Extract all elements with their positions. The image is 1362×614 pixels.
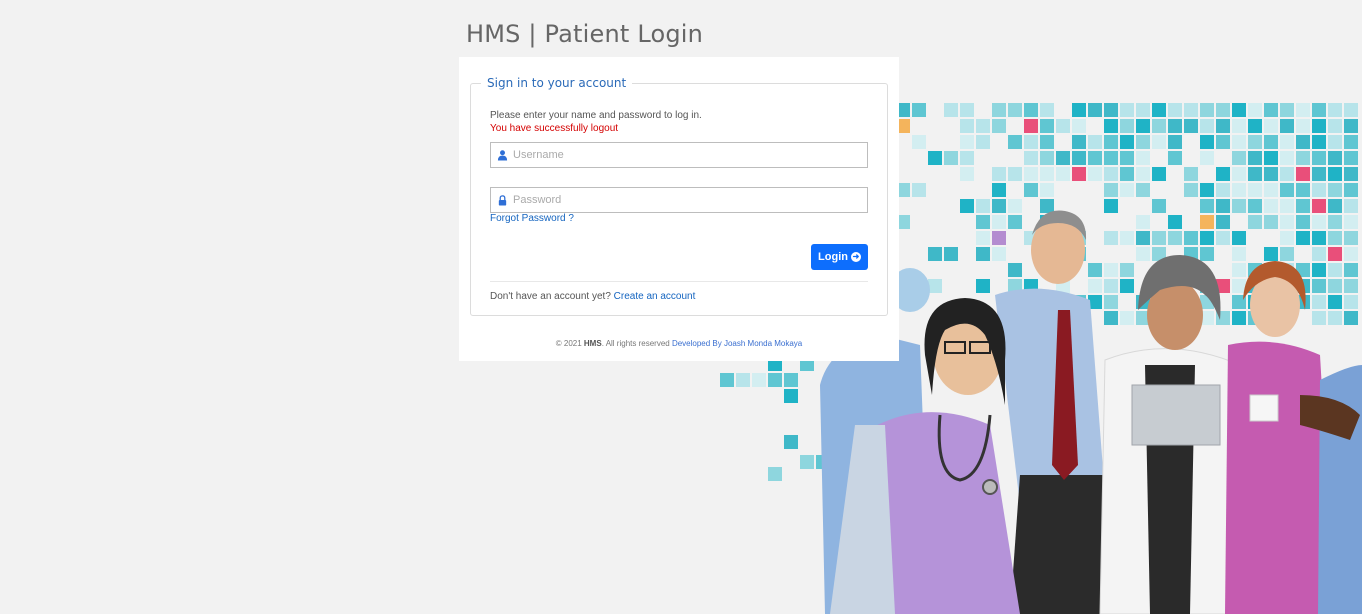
password-input[interactable] xyxy=(513,188,863,212)
footer-rights: . All rights reserved xyxy=(601,339,670,348)
signup-text: Don't have an account yet? xyxy=(490,291,611,302)
form-legend: Sign in to your account xyxy=(487,76,627,90)
footer: © 2021 HMS. All rights reserved Develope… xyxy=(459,339,899,348)
footer-copyright: © 2021 xyxy=(555,339,582,348)
page-title: HMS | Patient Login xyxy=(466,20,704,48)
divider xyxy=(490,281,868,282)
arrow-circle-right-icon: ➜ xyxy=(850,252,861,262)
intro-text: Please enter your name and password to l… xyxy=(490,110,702,121)
login-button-label: Login xyxy=(818,251,848,263)
password-field[interactable] xyxy=(490,187,868,213)
login-box: Sign in to your account Please enter you… xyxy=(459,57,899,361)
lock-icon xyxy=(498,195,507,206)
forgot-password-link[interactable]: Forgot Password ? xyxy=(490,213,574,224)
create-account-link[interactable]: Create an account xyxy=(614,291,696,302)
signup-prompt: Don't have an account yet? Create an acc… xyxy=(490,291,695,302)
user-icon xyxy=(497,150,508,161)
login-button[interactable]: Login ➜ xyxy=(811,244,868,270)
login-fieldset: Sign in to your account Please enter you… xyxy=(470,76,888,316)
username-field[interactable] xyxy=(490,142,868,168)
footer-brand: HMS xyxy=(583,339,602,348)
developer-link[interactable]: Developed By Joash Monda Mokaya xyxy=(672,339,802,348)
username-input[interactable] xyxy=(513,143,863,167)
status-message: You have successfully logout xyxy=(490,123,619,134)
